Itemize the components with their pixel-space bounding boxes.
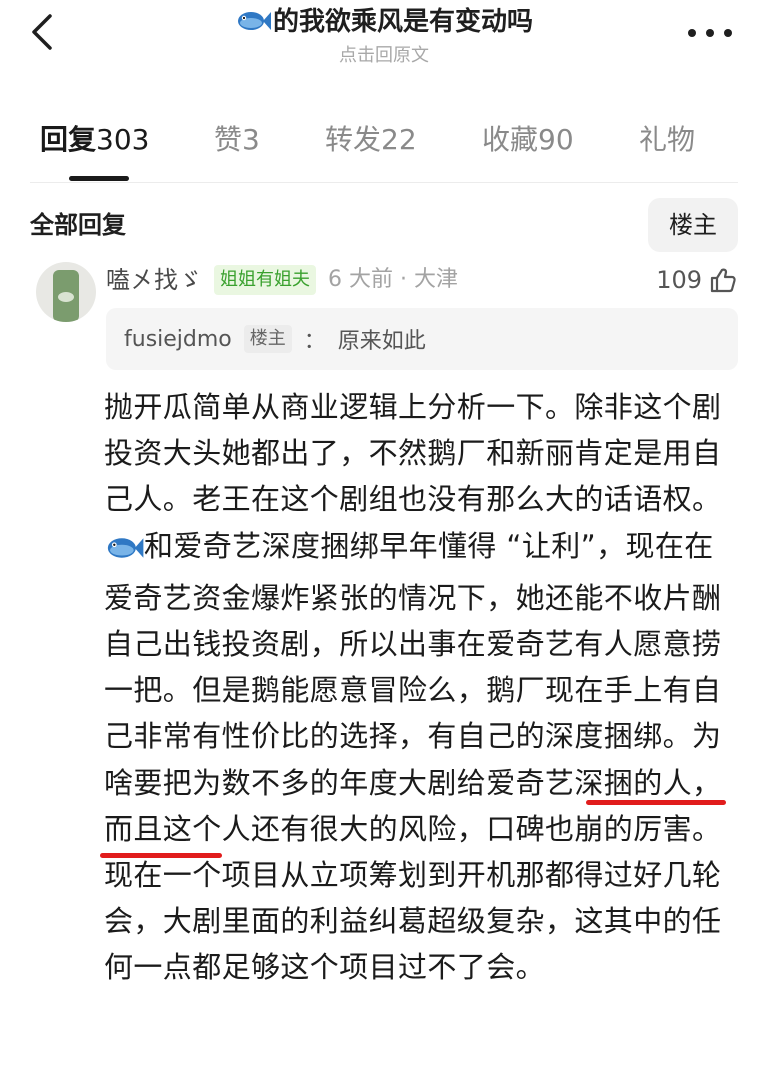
quoted-text: 原来如此 (337, 329, 426, 354)
tab-label: 回复 (40, 123, 97, 156)
tab-bar: 回复303 赞3 转发22 收藏90 礼物 (0, 110, 768, 182)
tab-count: 3 (242, 123, 260, 156)
fan-badge[interactable]: 姐姐有姐夫 (214, 265, 316, 295)
op-only-filter-button[interactable]: 楼主 (648, 198, 738, 252)
back-button[interactable] (22, 10, 66, 54)
comment-body-part-1: 抛开瓜简单从商业逻辑上分析一下。除非这个剧投资大头她都出了，不然鹅厂和新丽肯定是… (104, 390, 722, 517)
tab-label: 转发 (325, 123, 382, 156)
comment-body-part-2: 和爱奇艺深度捆绑早年懂得 “让利”，现在在爱奇艺资金爆炸紧张的情况下，她还能不收… (104, 528, 722, 985)
tab-replies[interactable]: 回复303 (40, 120, 149, 160)
page-title-text: 的我欲乘风是有变动吗 (272, 7, 533, 37)
title-block[interactable]: 的我欲乘风是有变动吗 点击回原文 (120, 4, 648, 68)
more-dot (724, 29, 732, 37)
tab-likes[interactable]: 赞3 (214, 120, 260, 160)
comment-header: 嗑㐅找ゞ 姐姐有姐夫 6 大前 · 大津 (106, 260, 458, 300)
back-to-original-link[interactable]: 点击回原文 (120, 44, 648, 68)
tab-reposts[interactable]: 转发22 (325, 120, 417, 160)
chevron-left-icon (32, 14, 52, 50)
comment-body: 抛开瓜简单从商业逻辑上分析一下。除非这个剧投资大头她都出了，不然鹅厂和新丽肯定是… (104, 384, 740, 991)
tab-label: 收藏 (482, 123, 539, 156)
tab-count: 90 (538, 123, 574, 156)
quoted-username[interactable]: fusiejdmo (124, 327, 232, 352)
quoted-reply[interactable]: fusiejdmo 楼主 ： 原来如此 (106, 308, 738, 370)
tab-gifts[interactable]: 礼物 (639, 120, 695, 160)
more-dots-icon (688, 29, 696, 37)
red-underline-mark (586, 800, 726, 805)
quote-separator: ： (303, 329, 326, 354)
tab-label: 礼物 (639, 123, 696, 156)
tab-count: 22 (381, 123, 417, 156)
op-badge: 楼主 (243, 325, 292, 353)
thumbs-up-icon (710, 268, 736, 293)
avatar[interactable] (36, 262, 96, 322)
active-tab-indicator (69, 176, 129, 181)
comment-username[interactable]: 嗑㐅找ゞ (106, 262, 202, 298)
red-underline-mark (100, 853, 222, 858)
fish-emoji-icon (104, 529, 144, 575)
like-count: 109 (656, 266, 702, 294)
fish-emoji-icon (235, 8, 271, 44)
page-title: 的我欲乘风是有变动吗 (120, 4, 648, 44)
comment-meta: 6 大前 · 大津 (328, 267, 458, 292)
avatar-image (53, 270, 79, 322)
more-options-button[interactable] (688, 26, 732, 40)
like-button[interactable]: 109 (656, 262, 738, 298)
tab-favorites[interactable]: 收藏90 (482, 120, 574, 160)
tab-label: 赞 (214, 123, 243, 156)
all-replies-heading: 全部回复 (30, 211, 126, 239)
tab-count: 303 (96, 123, 150, 156)
more-dot (706, 29, 714, 37)
divider (30, 182, 738, 183)
top-bar: 的我欲乘风是有变动吗 点击回原文 (0, 0, 768, 80)
